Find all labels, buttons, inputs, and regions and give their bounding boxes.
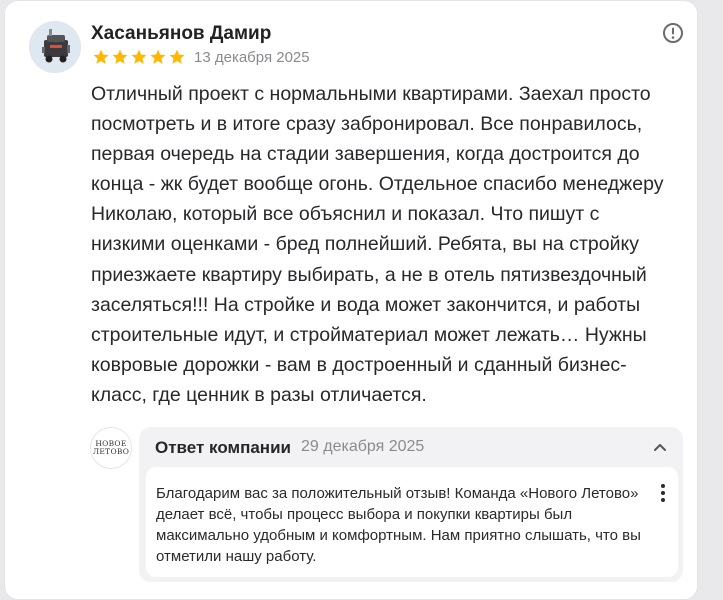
more-vertical-icon[interactable]	[655, 481, 671, 505]
star-icon	[169, 49, 185, 64]
review-date: 13 декабря 2025	[194, 49, 310, 66]
review-text: Отличный проект с нормальными квартирами…	[91, 83, 664, 406]
star-icon	[93, 49, 109, 64]
star-icon	[131, 49, 147, 64]
reply-header[interactable]: Ответ компании 29 декабря 2025	[139, 427, 683, 467]
star-icon	[112, 49, 128, 64]
reply-date: 29 декабря 2025	[301, 438, 425, 455]
review-card: Хасаньянов Дамир 13 декабря 2025 Отличны…	[4, 0, 698, 600]
company-logo[interactable]: НОВОЕ ЛЕТОВО	[90, 427, 132, 469]
rating-stars	[92, 48, 186, 66]
chevron-up-icon[interactable]	[652, 439, 668, 455]
company-reply: Ответ компании 29 декабря 2025 Благодари…	[139, 427, 683, 582]
reply-text: Благодарим вас за положительный отзыв! К…	[156, 485, 641, 565]
info-icon[interactable]	[661, 21, 685, 45]
company-logo-text: ЛЕТОВО	[92, 447, 130, 456]
author-avatar[interactable]	[29, 21, 81, 73]
reply-body: Благодарим вас за положительный отзыв! К…	[146, 467, 678, 577]
star-icon	[150, 49, 166, 64]
author-name[interactable]: Хасаньянов Дамир	[91, 23, 271, 45]
reply-title: Ответ компании	[155, 438, 291, 457]
